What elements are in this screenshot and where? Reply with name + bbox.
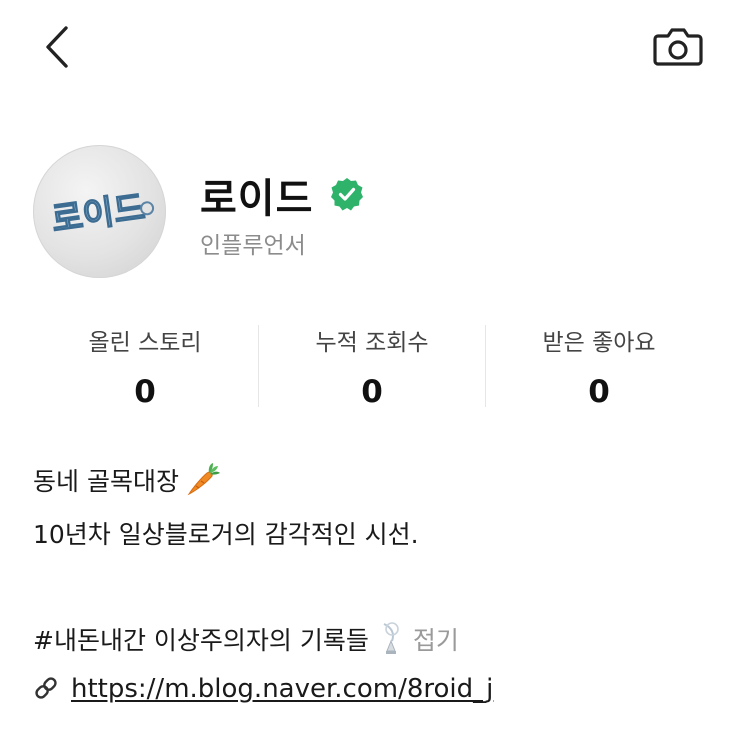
stat-likes: 받은 좋아요 0 [486,320,712,412]
bio-hashtag-line: #내돈내간 이상주의자의 기록들 접기 [33,614,713,667]
carrot-icon [187,463,220,496]
antenna-icon [383,622,399,654]
stat-value: 0 [134,374,156,410]
bio-hashtag[interactable]: #내돈내간 이상주의자의 기록들 [33,626,369,655]
stat-stories: 올린 스토리 0 [32,320,258,412]
top-bar [0,0,743,95]
chevron-left-icon [46,26,68,68]
stat-label: 올린 스토리 [88,330,202,356]
stat-label: 누적 조회수 [315,330,429,356]
blog-link[interactable]: https://m.blog.naver.com/8roid_j [71,674,493,704]
bio-line-2: 10년차 일상블로거의 감각적인 시선. [33,520,419,549]
bio: 동네 골목대장 10년차 일상블로거의 감각적인 시선. #내돈내간 이상주의자… [33,455,713,715]
bio-link-line: https://m.blog.naver.com/8roid_j [33,662,713,715]
stat-value: 0 [588,374,610,410]
fold-button[interactable]: 접기 [413,626,459,655]
stat-value: 0 [361,374,383,410]
camera-icon [653,28,703,66]
camera-button[interactable] [650,22,706,72]
avatar[interactable]: 로이드 [33,145,166,278]
avatar-logo-image: 로이드 [49,188,155,240]
profile-name: 로이드 [200,176,314,222]
back-button[interactable] [38,22,82,72]
stats-row: 올린 스토리 0 누적 조회수 0 받은 좋아요 0 [32,320,712,412]
stat-label: 받은 좋아요 [542,330,656,356]
link-icon [35,677,57,699]
bio-line-1: 동네 골목대장 [33,455,713,508]
bio-text: 동네 골목대장 [33,467,179,496]
verified-check-icon [331,178,363,211]
avatar-logo-text: 로이드 [49,189,147,240]
profile-role: 인플루언서 [200,233,306,259]
stat-views: 누적 조회수 0 [259,320,485,412]
